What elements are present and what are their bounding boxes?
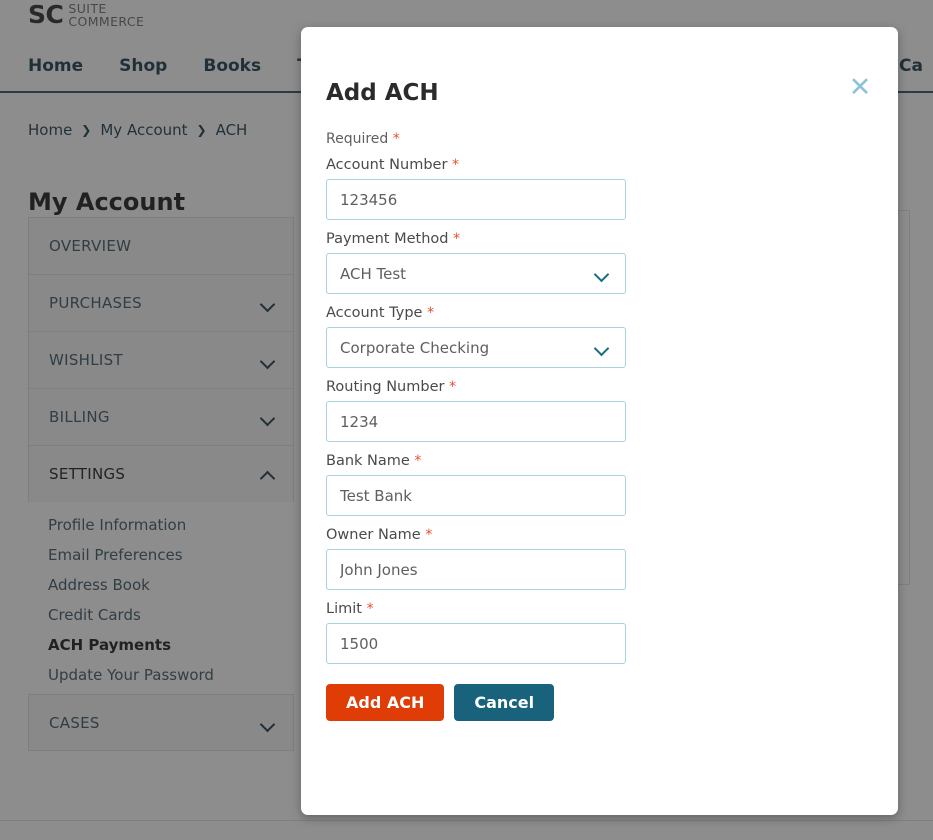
- modal-title: Add ACH: [326, 80, 439, 106]
- field-payment-method: Payment Method * ACH Test: [326, 231, 873, 294]
- label-limit: Limit *: [326, 601, 873, 617]
- field-routing-number: Routing Number *: [326, 379, 873, 442]
- payment-method-select[interactable]: ACH Test: [326, 253, 626, 294]
- add-ach-modal: Add ACH ✕ Required * Account Number * Pa…: [301, 27, 898, 815]
- required-marker-icon: *: [367, 601, 374, 617]
- label-payment-method: Payment Method *: [326, 231, 873, 247]
- label-text: Limit: [326, 601, 362, 617]
- label-owner-name: Owner Name *: [326, 527, 873, 543]
- required-marker-icon: *: [453, 231, 460, 247]
- label-bank-name: Bank Name *: [326, 453, 873, 469]
- field-limit: Limit *: [326, 601, 873, 664]
- required-note-label: Required: [326, 131, 388, 147]
- close-icon[interactable]: ✕: [847, 74, 873, 100]
- field-account-number: Account Number *: [326, 157, 873, 220]
- account-number-input[interactable]: [326, 179, 626, 220]
- routing-number-input[interactable]: [326, 401, 626, 442]
- required-marker-icon: *: [425, 527, 432, 543]
- modal-body: Required * Account Number * Payment Meth…: [326, 131, 873, 721]
- payment-method-value: ACH Test: [340, 265, 406, 283]
- field-owner-name: Owner Name *: [326, 527, 873, 590]
- account-type-value: Corporate Checking: [340, 339, 489, 357]
- label-account-type: Account Type *: [326, 305, 873, 321]
- field-account-type: Account Type * Corporate Checking: [326, 305, 873, 368]
- bank-name-input[interactable]: [326, 475, 626, 516]
- label-text: Owner Name: [326, 527, 421, 543]
- field-bank-name: Bank Name *: [326, 453, 873, 516]
- required-marker-icon: *: [414, 453, 421, 469]
- account-type-select[interactable]: Corporate Checking: [326, 327, 626, 368]
- label-text: Account Type: [326, 305, 422, 321]
- required-marker-icon: *: [393, 131, 400, 147]
- required-marker-icon: *: [427, 305, 434, 321]
- label-account-number: Account Number *: [326, 157, 873, 173]
- label-text: Account Number: [326, 157, 447, 173]
- chevron-down-icon: [595, 343, 609, 352]
- chevron-down-icon: [595, 269, 609, 278]
- label-text: Payment Method: [326, 231, 448, 247]
- limit-input[interactable]: [326, 623, 626, 664]
- cancel-button[interactable]: Cancel: [454, 684, 554, 721]
- required-marker-icon: *: [452, 157, 459, 173]
- label-text: Routing Number: [326, 379, 444, 395]
- label-text: Bank Name: [326, 453, 410, 469]
- label-routing-number: Routing Number *: [326, 379, 873, 395]
- owner-name-input[interactable]: [326, 549, 626, 590]
- required-note: Required *: [326, 131, 873, 147]
- modal-actions: Add ACH Cancel: [326, 684, 873, 721]
- add-ach-button[interactable]: Add ACH: [326, 684, 444, 721]
- required-marker-icon: *: [449, 379, 456, 395]
